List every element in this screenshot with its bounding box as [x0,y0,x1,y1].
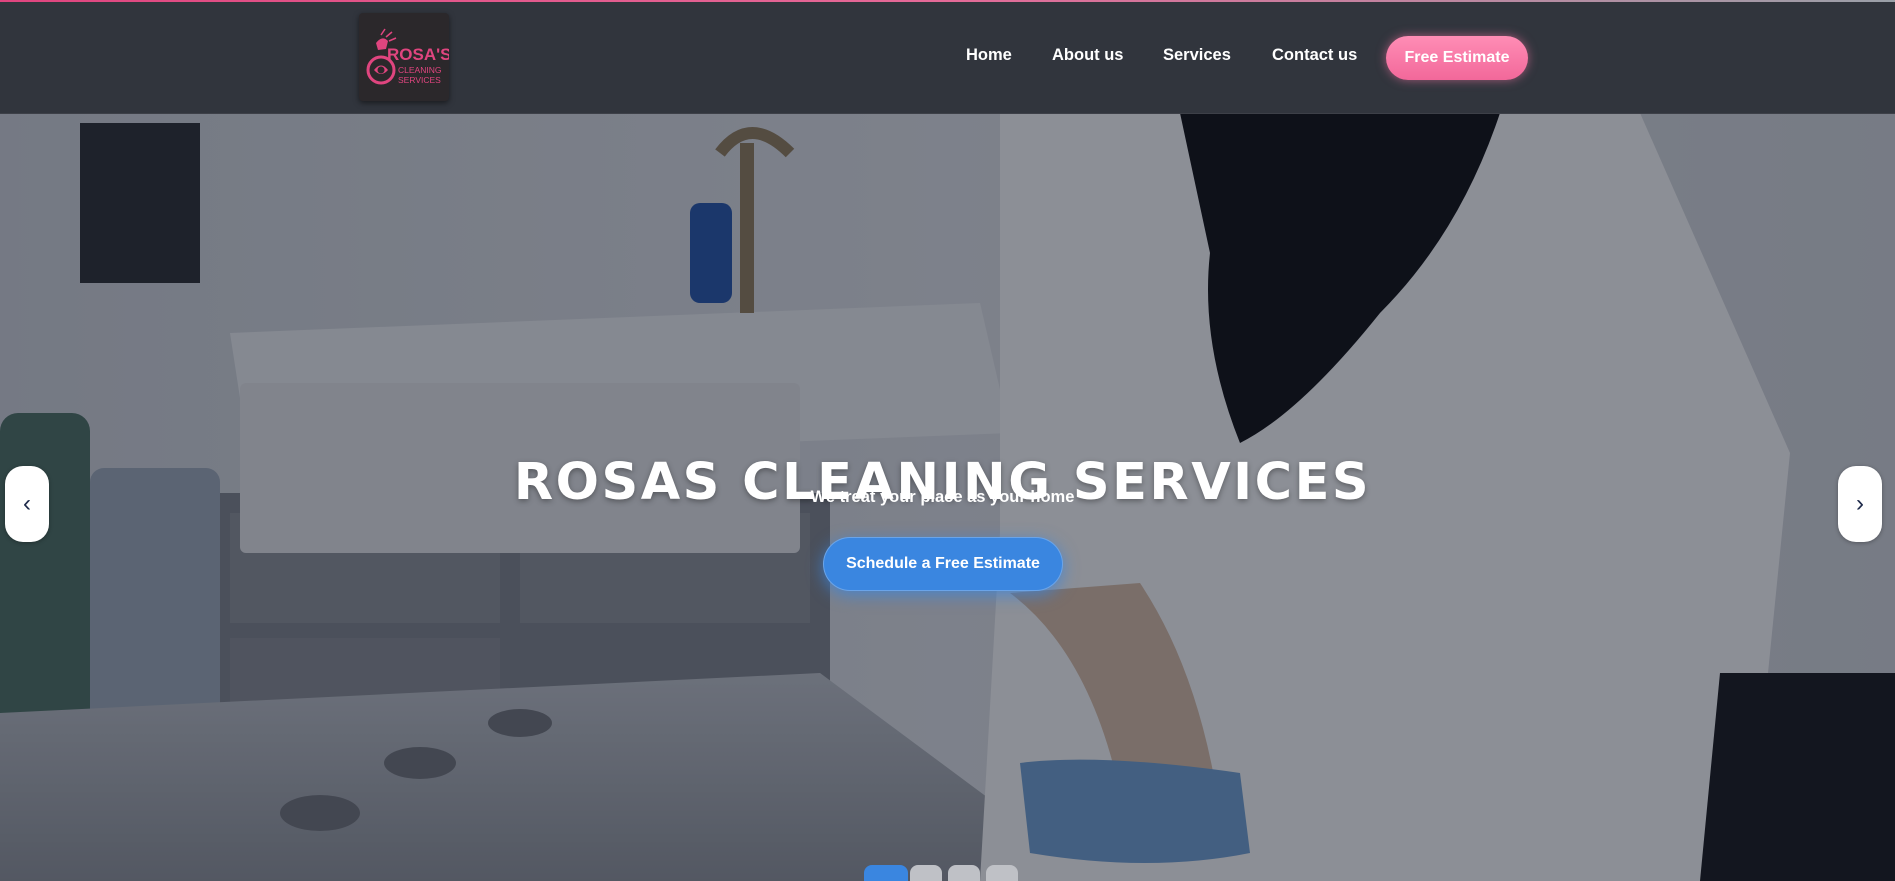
free-estimate-button[interactable]: Free Estimate [1386,36,1528,80]
svg-text:ROSA'S: ROSA'S [387,45,449,64]
navbar: ROSA'S CLEANING SERVICES Home About us S… [0,2,1895,114]
slide-dot-2[interactable] [910,865,942,881]
logo[interactable]: ROSA'S CLEANING SERVICES [359,13,449,101]
hero-subtitle: We treat your place as your home [810,488,1075,506]
slider-prev-button[interactable]: ‹ [5,466,49,542]
svg-text:SERVICES: SERVICES [398,75,441,85]
nav-home[interactable]: Home [966,46,1012,65]
nav-contact-us[interactable]: Contact us [1272,46,1357,65]
hero-slider: ROSAS CLEANING SERVICES We treat your pl… [0,113,1895,881]
slide-dot-1[interactable] [864,865,908,881]
slide-dot-3[interactable] [948,865,980,881]
nav-about-us[interactable]: About us [1052,46,1124,65]
slider-next-button[interactable]: › [1838,466,1882,542]
schedule-free-estimate-button[interactable]: Schedule a Free Estimate [823,537,1063,591]
chevron-right-icon: › [1856,490,1864,517]
nav-services[interactable]: Services [1163,46,1231,65]
svg-text:CLEANING: CLEANING [398,65,441,75]
chevron-left-icon: ‹ [23,490,31,517]
slide-dot-4[interactable] [986,865,1018,881]
rose-icon: ROSA'S CLEANING SERVICES [366,28,449,85]
top-accent-line [0,0,1895,2]
